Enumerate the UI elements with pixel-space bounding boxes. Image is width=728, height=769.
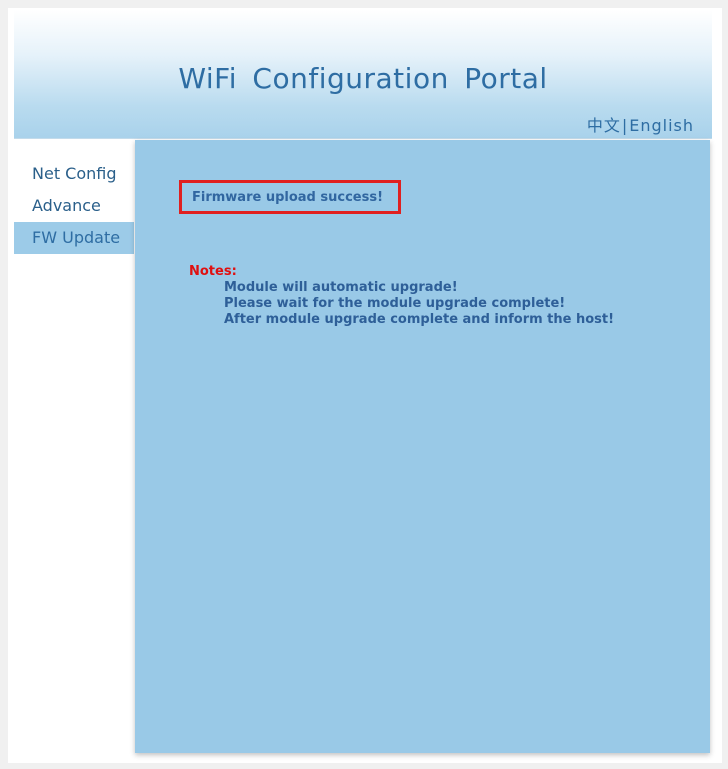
notes-section: Notes: Module will automatic upgrade! Pl… [189,264,614,328]
sidebar-item-net-config[interactable]: Net Config [14,158,134,190]
language-switcher: 中文|English [587,112,694,136]
lang-separator: | [621,116,629,135]
content-panel: Firmware upload success! Notes: Module w… [135,140,710,753]
header: WiFi Configuration Portal 中文|English [14,10,712,139]
success-highlight-box: Firmware upload success! [179,180,401,214]
notes-title: Notes: [189,264,237,279]
sidebar-item-fw-update[interactable]: FW Update [14,222,134,254]
note-line: After module upgrade complete and inform… [224,312,615,327]
note-line: Please wait for the module upgrade compl… [224,296,566,311]
note-line: Module will automatic upgrade! [224,280,458,295]
page-title: WiFi Configuration Portal [178,62,548,95]
lang-chinese-link[interactable]: 中文 [587,116,621,135]
sidebar-nav: Net Config Advance FW Update [14,158,134,254]
sidebar-item-advance[interactable]: Advance [14,190,134,222]
success-message: Firmware upload success! [192,190,384,205]
lang-english-link[interactable]: English [629,116,694,135]
